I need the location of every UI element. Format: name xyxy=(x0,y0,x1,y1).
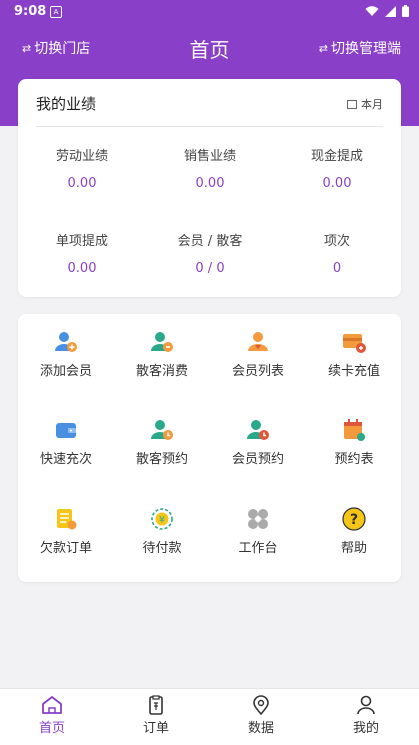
period-selector[interactable]: 本月 xyxy=(347,96,383,112)
card-recharge-button[interactable]: 续卡充值 xyxy=(306,330,402,379)
pending-payment-button[interactable]: ¥ 待付款 xyxy=(114,507,210,556)
tab-orders[interactable]: 订单 xyxy=(104,695,208,736)
walkin-consume-icon xyxy=(151,332,173,352)
performance-title: 我的业绩 xyxy=(36,95,97,113)
quick-recharge-button[interactable]: 快速充次 xyxy=(18,418,114,467)
shortcut-label: 欠款订单 xyxy=(39,541,92,556)
svg-text:¥: ¥ xyxy=(159,516,165,526)
member-list-button[interactable]: 会员列表 xyxy=(210,330,306,379)
switch-admin-label: 切换管理端 xyxy=(331,41,401,57)
location-icon xyxy=(253,695,269,715)
signal-icon xyxy=(385,5,396,17)
shortcut-grid: 添加会员 散客消费 会员列表 续卡充值 快速充次 散客预约 会员预约 预约表 欠… xyxy=(18,314,401,582)
stat-value: 0 xyxy=(332,261,342,276)
walkin-consume-button[interactable]: 散客消费 xyxy=(114,330,210,379)
tab-label: 订单 xyxy=(142,721,169,736)
home-icon xyxy=(42,696,62,714)
help-icon: ? xyxy=(342,507,366,531)
svg-text:?: ? xyxy=(350,512,358,528)
tab-home[interactable]: 首页 xyxy=(0,695,104,736)
period-label: 本月 xyxy=(361,98,383,111)
shortcut-label: 工作台 xyxy=(238,541,278,556)
add-member-icon xyxy=(55,332,77,352)
card-recharge-icon xyxy=(343,334,366,353)
performance-card: 我的业绩 本月 劳动业绩 0.00 销售业绩 0.00 现金提成 0.00 单项… xyxy=(18,79,401,297)
tab-data[interactable]: 数据 xyxy=(209,695,313,736)
stat-value: 0.00 xyxy=(195,176,225,191)
stat-cash-commission: 现金提成 0.00 xyxy=(273,145,401,191)
shortcut-label: 快速充次 xyxy=(39,452,92,467)
status-time: 9:08 xyxy=(14,4,47,19)
notification-icon: A xyxy=(50,6,62,18)
calendar-icon xyxy=(344,419,365,441)
member-booking-icon xyxy=(247,420,269,440)
stat-sales: 销售业绩 0.00 xyxy=(146,145,274,191)
member-booking-button[interactable]: 会员预约 xyxy=(210,418,306,467)
walkin-booking-button[interactable]: 散客预约 xyxy=(114,418,210,467)
tab-label: 数据 xyxy=(247,721,274,736)
clipboard-icon xyxy=(149,695,163,715)
stat-value: 0.00 xyxy=(67,176,97,191)
debt-order-button[interactable]: 欠款订单 xyxy=(18,507,114,556)
stat-item-count: 项次 0 xyxy=(273,230,401,276)
wifi-icon xyxy=(365,5,379,16)
stat-label: 项次 xyxy=(323,234,350,249)
calendar-icon xyxy=(347,99,357,109)
shortcut-label: 散客预约 xyxy=(135,452,188,467)
shortcut-label: 帮助 xyxy=(340,541,367,556)
stat-value: 0.00 xyxy=(67,261,97,276)
shortcut-label: 续卡充值 xyxy=(327,364,380,379)
workbench-icon xyxy=(248,509,268,529)
walkin-booking-icon xyxy=(151,420,173,440)
wallet-icon xyxy=(56,423,76,438)
app-header: ⇄ 切换门店 首页 ⇄ 切换管理端 xyxy=(0,26,419,68)
status-bar: 9:08 A xyxy=(0,0,419,24)
stat-item-commission: 单项提成 0.00 xyxy=(18,230,146,276)
member-list-icon xyxy=(248,332,268,351)
shortcut-label: 预约表 xyxy=(334,452,374,467)
switch-admin-button[interactable]: ⇄ 切换管理端 xyxy=(319,38,401,58)
tab-profile[interactable]: 我的 xyxy=(314,695,418,736)
shortcut-label: 会员列表 xyxy=(231,364,284,379)
stat-labor: 劳动业绩 0.00 xyxy=(18,145,146,191)
pending-payment-icon: ¥ xyxy=(151,508,173,530)
tab-label: 我的 xyxy=(352,721,379,736)
swap-icon: ⇄ xyxy=(318,41,328,55)
debt-order-icon xyxy=(57,509,77,530)
stat-value: 0.00 xyxy=(322,176,352,191)
stat-value: 0 / 0 xyxy=(195,261,225,276)
tab-label: 首页 xyxy=(38,721,65,736)
help-button[interactable]: ? 帮助 xyxy=(306,507,402,556)
status-icons xyxy=(365,5,409,17)
stat-label: 会员 / 散客 xyxy=(177,234,243,249)
shortcut-label: 添加会员 xyxy=(39,364,92,379)
divider xyxy=(36,126,383,127)
stat-label: 劳动业绩 xyxy=(55,149,108,164)
shortcut-label: 待付款 xyxy=(142,541,182,556)
workbench-button[interactable]: 工作台 xyxy=(210,507,306,556)
booking-calendar-button[interactable]: 预约表 xyxy=(306,418,402,467)
shortcut-label: 会员预约 xyxy=(231,452,284,467)
stat-label: 现金提成 xyxy=(310,149,363,164)
add-member-button[interactable]: 添加会员 xyxy=(18,330,114,379)
stat-label: 销售业绩 xyxy=(183,149,236,164)
shortcut-label: 散客消费 xyxy=(135,364,188,379)
stat-label: 单项提成 xyxy=(55,234,108,249)
stat-member-walkin: 会员 / 散客 0 / 0 xyxy=(146,230,274,276)
battery-icon xyxy=(402,5,409,17)
bottom-tab-bar: 首页 订单 数据 我的 xyxy=(0,688,419,745)
user-icon xyxy=(357,695,375,715)
